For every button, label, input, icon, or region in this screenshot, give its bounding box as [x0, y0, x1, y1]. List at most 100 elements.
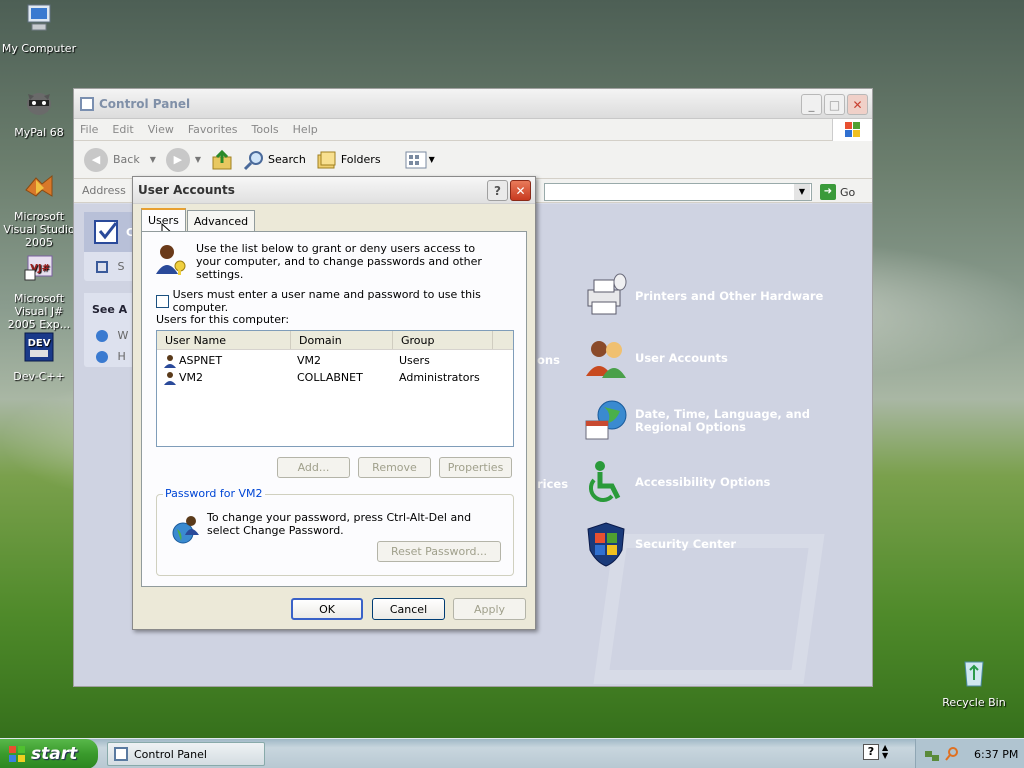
menu-help[interactable]: Help — [293, 123, 318, 136]
cancel-button[interactable]: Cancel — [372, 598, 445, 620]
cell-domain: VM2 — [297, 354, 322, 367]
category-label: User Accounts — [635, 351, 728, 365]
title-bar[interactable]: Control Panel — [74, 89, 872, 119]
address-input[interactable] — [544, 183, 812, 201]
back-button[interactable]: ◀ Back ▼ — [84, 147, 156, 172]
checkbox-box[interactable] — [156, 294, 169, 308]
help-button[interactable]: ? — [487, 180, 508, 201]
desktop-icon-visual-studio[interactable]: Microsoft Visual Studio 2005 — [0, 170, 78, 249]
category-partial-label[interactable]: rices — [537, 477, 568, 491]
category-accessibility[interactable]: Accessibility Options — [582, 458, 770, 506]
see-also-label: H — [117, 350, 126, 363]
network-icon[interactable] — [924, 746, 940, 762]
menu-bar: File Edit View Favorites Tools Help — [74, 119, 872, 141]
folders-icon — [317, 151, 336, 168]
desktop-icon-visual-jsharp[interactable]: VJ# Microsoft Visual J# 2005 Exp... — [0, 252, 78, 331]
button-label: Properties — [447, 461, 504, 474]
views-grid-icon — [405, 151, 427, 168]
taskbar: start Control Panel ? ▲ ▼ 6:37 PM — [0, 738, 1024, 768]
search-tray-icon[interactable] — [944, 746, 960, 762]
users-list[interactable]: User Name Domain Group ASPNET VM2 Users … — [156, 330, 514, 447]
cell-group: Users — [399, 354, 430, 367]
devcpp-icon: DEV — [24, 332, 54, 362]
menu-view[interactable]: View — [148, 123, 174, 136]
menu-edit[interactable]: Edit — [112, 123, 133, 136]
properties-button[interactable]: Properties — [439, 457, 512, 478]
back-dropdown-icon[interactable]: ▼ — [150, 155, 156, 164]
add-user-button[interactable]: Add... — [277, 457, 350, 478]
back-label: Back — [113, 153, 140, 166]
tray-help-area: ? ▲ ▼ — [863, 744, 888, 760]
desktop-icon-recycle-bin[interactable]: Recycle Bin — [935, 656, 1013, 709]
clock[interactable]: 6:37 PM — [974, 748, 1018, 761]
table-row[interactable]: VM2 COLLABNET Administrators — [157, 369, 513, 386]
list-header: User Name Domain Group — [157, 331, 513, 350]
remove-user-button[interactable]: Remove — [358, 457, 431, 478]
see-also-title: See A — [92, 302, 128, 316]
address-dropdown-icon[interactable]: ▼ — [794, 184, 810, 200]
folders-button[interactable]: Folders — [316, 149, 381, 171]
button-label: Reset Password... — [390, 545, 488, 558]
tab-label: Advanced — [193, 214, 249, 228]
reset-password-button[interactable]: Reset Password... — [377, 541, 501, 562]
tab-advanced[interactable]: Advanced — [186, 210, 256, 231]
users-tab-panel: Use the list below to grant or deny user… — [141, 231, 527, 587]
up-button[interactable] — [211, 149, 233, 171]
column-header-domain[interactable]: Domain — [291, 331, 393, 349]
desktop-icon-my-computer[interactable]: My Computer — [0, 2, 78, 55]
forward-button[interactable]: ▶ ▼ — [165, 147, 201, 172]
control-panel-icon — [114, 747, 128, 761]
category-user-accounts[interactable]: User Accounts — [582, 334, 728, 382]
computer-icon — [27, 4, 51, 31]
column-header-user-name[interactable]: User Name — [157, 331, 291, 349]
table-row[interactable]: ASPNET VM2 Users — [157, 352, 513, 369]
ok-button[interactable]: OK — [291, 598, 363, 620]
printer-icon — [587, 273, 627, 315]
category-printers[interactable]: Printers and Other Hardware — [582, 272, 823, 320]
dialog-close-button[interactable]: ✕ — [510, 180, 531, 201]
see-also-label: W — [117, 329, 129, 342]
category-security-center[interactable]: Security Center — [582, 520, 736, 568]
views-button[interactable]: ▼ — [405, 150, 435, 170]
desktop-icon-label: Microsoft Visual J# 2005 Exp... — [7, 292, 71, 331]
menu-favorites[interactable]: Favorites — [188, 123, 238, 136]
category-label: Accessibility Options — [635, 475, 771, 489]
require-login-checkbox[interactable]: Users must enter a user name and passwor… — [156, 288, 526, 314]
go-arrow-icon: ➜ — [820, 184, 836, 200]
category-partial-label[interactable]: ons — [537, 353, 560, 367]
svg-text:DEV: DEV — [28, 338, 51, 349]
tray-expand-icon[interactable]: ▲ ▼ — [882, 744, 888, 760]
user-accounts-dialog[interactable]: User Accounts ? ✕ Users Advanced Use the… — [132, 176, 536, 630]
intro-section: Use the list below to grant or deny user… — [154, 242, 486, 281]
dialog-title-bar[interactable]: User Accounts — [133, 177, 535, 204]
desktop-icon-label: Dev-C++ — [13, 370, 65, 383]
dialog-title-buttons: ? ✕ — [487, 180, 531, 201]
forward-dropdown-icon[interactable]: ▼ — [195, 155, 201, 164]
start-button[interactable]: start — [0, 739, 98, 768]
maximize-button[interactable]: □ — [824, 94, 845, 115]
menu-tools[interactable]: Tools — [252, 123, 279, 136]
desktop-icon-devcpp[interactable]: DEV Dev-C++ — [0, 330, 78, 383]
help-icon[interactable]: ? — [863, 744, 879, 760]
password-group-title: Password for VM2 — [163, 487, 265, 500]
folders-label: Folders — [340, 153, 381, 166]
taskbar-item-label: Control Panel — [134, 747, 207, 761]
control-panel-icon — [80, 96, 94, 111]
help-icon — [96, 351, 108, 363]
menu-file[interactable]: File — [80, 123, 98, 136]
apply-button[interactable]: Apply — [453, 598, 526, 620]
users-list-label: Users for this computer: — [156, 313, 290, 326]
close-button[interactable]: ✕ — [847, 94, 868, 115]
column-header-group[interactable]: Group — [393, 331, 493, 349]
category-date-time[interactable]: Date, Time, Language, and Regional Optio… — [582, 397, 855, 445]
desktop-icon-mypal[interactable]: MyPal 68 — [0, 86, 78, 139]
minimize-button[interactable]: _ — [801, 94, 822, 115]
search-icon — [243, 150, 264, 170]
folder-up-icon — [212, 149, 232, 169]
visual-studio-icon — [25, 174, 53, 197]
system-tray: 6:37 PM — [915, 739, 1024, 768]
go-button[interactable]: ➜ Go — [820, 184, 855, 200]
search-button[interactable]: Search — [243, 149, 306, 171]
start-label: start — [31, 744, 78, 764]
taskbar-item-control-panel[interactable]: Control Panel — [107, 742, 265, 766]
